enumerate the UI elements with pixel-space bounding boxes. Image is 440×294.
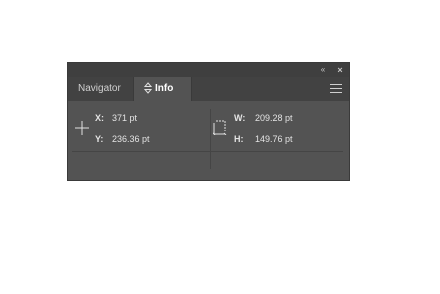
row-divider [72, 151, 343, 152]
x-value: 371 pt [112, 113, 138, 123]
w-value: 209.28 pt [255, 113, 293, 123]
x-label: X: [95, 113, 104, 123]
h-label: H: [234, 134, 244, 144]
info-body: X: 371 pt Y: 236.36 pt W: 209.28 pt H: 1… [68, 101, 349, 180]
rectangle-size-icon [213, 120, 227, 135]
tab-info-label: Info [155, 83, 174, 94]
column-divider [210, 109, 211, 169]
collapse-icon[interactable]: « [316, 63, 330, 77]
h-value: 149.76 pt [255, 134, 293, 144]
info-panel: « × Navigator Info X: 371 pt Y: 236.36 p… [68, 63, 349, 180]
hamburger-menu-icon[interactable] [330, 84, 342, 94]
up-down-arrows-icon [144, 82, 152, 95]
y-label: Y: [95, 134, 104, 144]
panel-titlebar[interactable]: « × [68, 63, 349, 77]
crosshair-icon [75, 121, 89, 135]
y-value: 236.36 pt [112, 134, 150, 144]
tab-info[interactable]: Info [133, 77, 192, 101]
w-label: W: [234, 113, 246, 123]
close-icon[interactable]: × [333, 63, 347, 77]
panel-tabbar: Navigator Info [68, 77, 349, 101]
tab-navigator[interactable]: Navigator [68, 77, 133, 101]
